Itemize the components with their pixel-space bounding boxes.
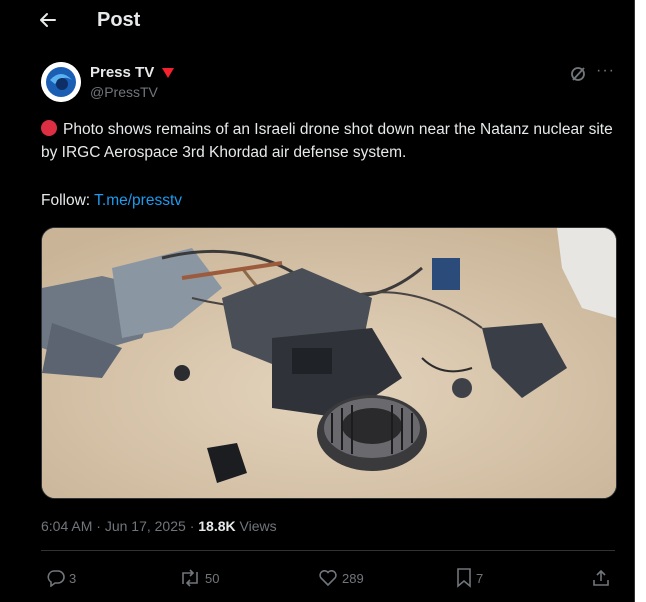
reply-button[interactable]: 3 bbox=[47, 568, 76, 588]
post-meta: 6:04 AM · Jun 17, 2025 · 18.8K Views bbox=[41, 518, 277, 534]
like-count: 289 bbox=[342, 570, 364, 586]
telegram-link[interactable]: T.me/presstv bbox=[94, 192, 182, 209]
meta-separator: · bbox=[96, 518, 101, 534]
views-label: Views bbox=[239, 518, 277, 534]
more-options-icon[interactable]: ··· bbox=[596, 62, 615, 80]
government-badge-icon bbox=[161, 66, 175, 84]
post-date[interactable]: Jun 17, 2025 bbox=[105, 518, 186, 534]
bookmark-button[interactable]: 7 bbox=[456, 568, 483, 588]
like-button[interactable]: 289 bbox=[318, 568, 364, 588]
repost-count: 50 bbox=[205, 570, 220, 586]
meta-separator: · bbox=[189, 518, 195, 534]
post-page: Post Press TV @PressTV ··· Photo shows r… bbox=[0, 0, 635, 602]
tweet-image[interactable] bbox=[41, 227, 617, 499]
bookmark-icon bbox=[457, 568, 471, 588]
arrow-left-icon bbox=[40, 13, 56, 27]
heart-icon bbox=[319, 570, 337, 587]
reply-count: 3 bbox=[69, 570, 77, 586]
repost-button[interactable]: 50 bbox=[179, 568, 219, 588]
repost-icon bbox=[182, 569, 198, 587]
reply-icon bbox=[47, 570, 65, 587]
grok-icon[interactable] bbox=[570, 66, 586, 87]
follow-label: Follow: bbox=[41, 192, 91, 209]
page-title: Post bbox=[97, 9, 141, 31]
drone-wreckage-photo bbox=[42, 228, 616, 498]
bookmark-count: 7 bbox=[476, 570, 484, 586]
divider bbox=[41, 550, 615, 551]
share-icon bbox=[593, 569, 609, 586]
views-count: 18.8K bbox=[198, 518, 236, 534]
follow-line: Follow: T.me/presstv bbox=[41, 192, 182, 210]
author-name[interactable]: Press TV bbox=[90, 64, 154, 81]
press-tv-logo-icon bbox=[41, 62, 81, 102]
back-button[interactable] bbox=[38, 10, 64, 34]
avatar[interactable] bbox=[41, 62, 81, 102]
tweet-text-content: Photo shows remains of an Israeli drone … bbox=[41, 121, 613, 161]
tweet-text: Photo shows remains of an Israeli drone … bbox=[41, 118, 621, 164]
red-circle-icon bbox=[41, 120, 57, 136]
author-handle[interactable]: @PressTV bbox=[90, 84, 158, 100]
post-time[interactable]: 6:04 AM bbox=[41, 518, 92, 534]
share-button[interactable] bbox=[592, 568, 610, 588]
